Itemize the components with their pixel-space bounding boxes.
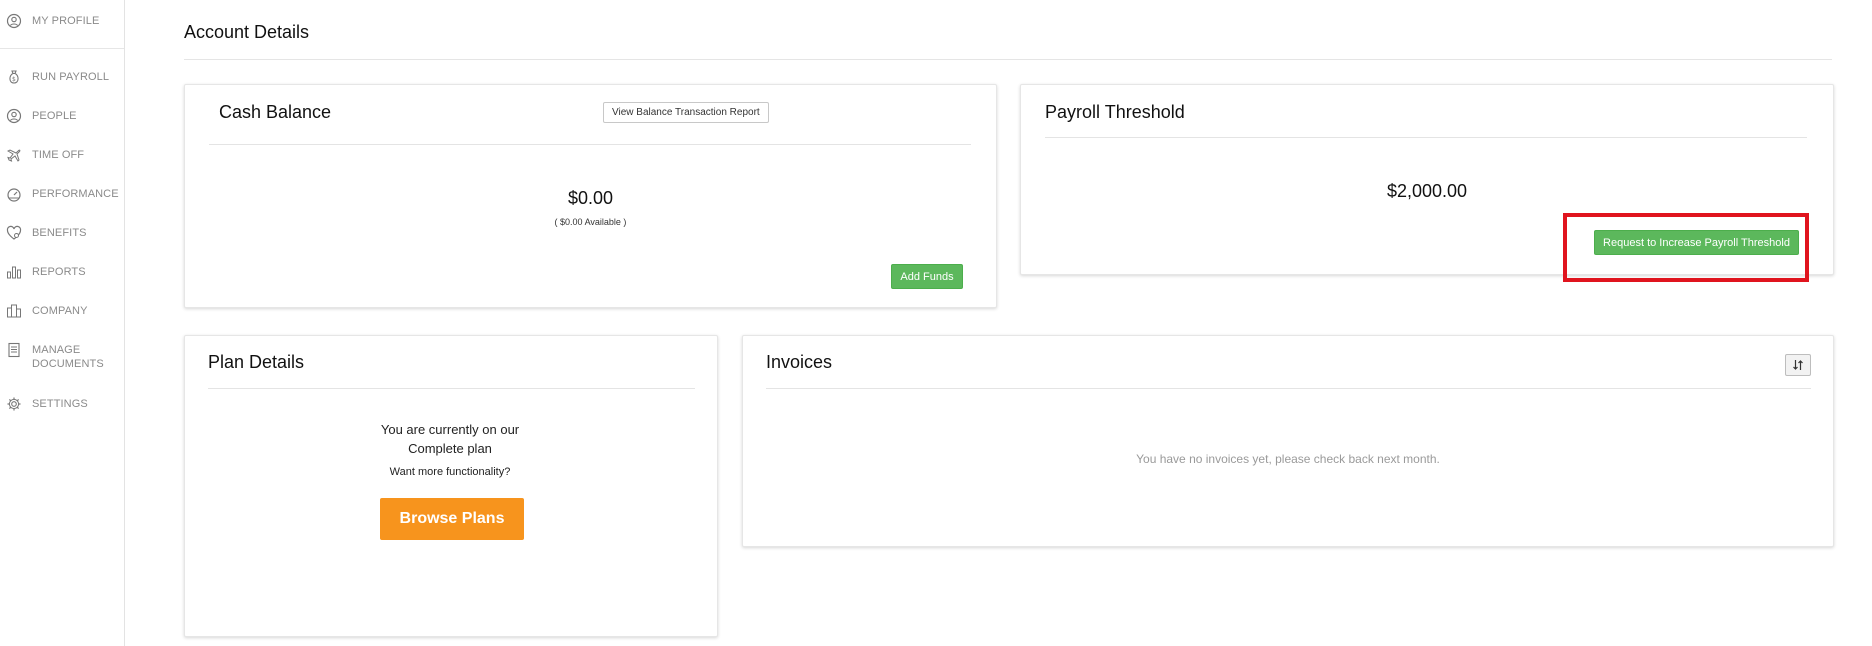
- sidebar-item-label-line1: MANAGE: [32, 344, 81, 356]
- sidebar-item-reports[interactable]: REPORTS: [6, 264, 86, 280]
- payroll-threshold-amount: $2,000.00: [1386, 181, 1468, 201]
- svg-text:$: $: [12, 76, 16, 83]
- cash-balance-amount: $0.00: [567, 188, 614, 208]
- sidebar-item-label: PERFORMANCE: [32, 188, 119, 200]
- page-title: Account Details: [184, 22, 310, 42]
- sidebar-item-benefits[interactable]: BENEFITS: [6, 225, 87, 241]
- sidebar-item-label: COMPANY: [32, 305, 88, 317]
- sort-button[interactable]: [1785, 354, 1811, 376]
- sidebar-item-performance[interactable]: PERFORMANCE: [6, 186, 119, 202]
- invoices-card: Invoices You have no invoices yet, pleas…: [742, 335, 1834, 547]
- sidebar-item-label: RUN PAYROLL: [32, 71, 110, 83]
- sidebar-item-label: PEOPLE: [32, 110, 77, 122]
- money-bag-icon: $: [6, 69, 22, 85]
- sidebar-item-label: SETTINGS: [32, 398, 88, 410]
- sidebar-item-manage-documents[interactable]: MANAGE DOCUMENTS: [6, 342, 104, 371]
- heart-icon: [6, 225, 22, 241]
- sidebar-item-label: REPORTS: [32, 266, 86, 278]
- card-divider: [208, 388, 695, 389]
- plan-current-text: You are currently on our: [380, 422, 520, 437]
- sidebar-item-people[interactable]: PEOPLE: [6, 108, 77, 124]
- sidebar-item-label: TIME OFF: [32, 149, 85, 161]
- card-divider: [766, 388, 1811, 389]
- airplane-icon: [6, 147, 22, 163]
- gauge-icon: [6, 186, 22, 202]
- gear-icon: [6, 396, 22, 412]
- sidebar-item-label: BENEFITS: [32, 227, 87, 239]
- sidebar-item-time-off[interactable]: TIME OFF: [6, 147, 84, 163]
- building-icon: [6, 303, 22, 319]
- sidebar-item-company[interactable]: COMPANY: [6, 303, 88, 319]
- payroll-threshold-card: Payroll Threshold $2,000.00 Request to I…: [1020, 84, 1834, 275]
- people-icon: [6, 108, 22, 124]
- view-balance-report-button[interactable]: View Balance Transaction Report: [603, 102, 769, 123]
- more-functionality-text: Want more functionality?: [389, 466, 511, 478]
- document-icon: [6, 342, 22, 358]
- sidebar: MY PROFILE $ RUN PAYROLL PEOPLE TIME OFF…: [0, 0, 125, 646]
- no-invoices-message: You have no invoices yet, please check b…: [1136, 452, 1440, 466]
- title-divider: [184, 59, 1832, 60]
- add-funds-button[interactable]: Add Funds: [891, 264, 963, 289]
- available-balance: ( $0.00 Available ): [554, 217, 627, 227]
- plan-details-title: Plan Details: [208, 352, 305, 372]
- card-divider: [209, 144, 971, 145]
- invoices-title: Invoices: [766, 352, 833, 372]
- sort-icon: [1793, 360, 1803, 370]
- sidebar-item-label-line2: DOCUMENTS: [32, 358, 104, 370]
- cash-balance-card: Cash Balance View Balance Transaction Re…: [184, 84, 997, 308]
- sidebar-item-run-payroll[interactable]: $ RUN PAYROLL: [6, 69, 109, 85]
- sidebar-item-my-profile[interactable]: MY PROFILE: [6, 13, 99, 29]
- plan-details-card: Plan Details You are currently on our Co…: [184, 335, 718, 637]
- sidebar-item-label: MY PROFILE: [32, 15, 100, 27]
- card-divider: [1045, 137, 1807, 138]
- sidebar-item-label: MANAGE DOCUMENTS: [32, 342, 104, 371]
- request-increase-threshold-button[interactable]: Request to Increase Payroll Threshold: [1594, 230, 1799, 255]
- user-circle-icon: [6, 13, 22, 29]
- sidebar-item-settings[interactable]: SETTINGS: [6, 396, 88, 412]
- sidebar-divider: [0, 48, 124, 49]
- cash-balance-title: Cash Balance: [219, 102, 332, 122]
- payroll-threshold-title: Payroll Threshold: [1045, 102, 1185, 122]
- browse-plans-button[interactable]: Browse Plans: [380, 498, 524, 540]
- bar-chart-icon: [6, 264, 22, 280]
- plan-name-text: Complete plan: [408, 441, 492, 456]
